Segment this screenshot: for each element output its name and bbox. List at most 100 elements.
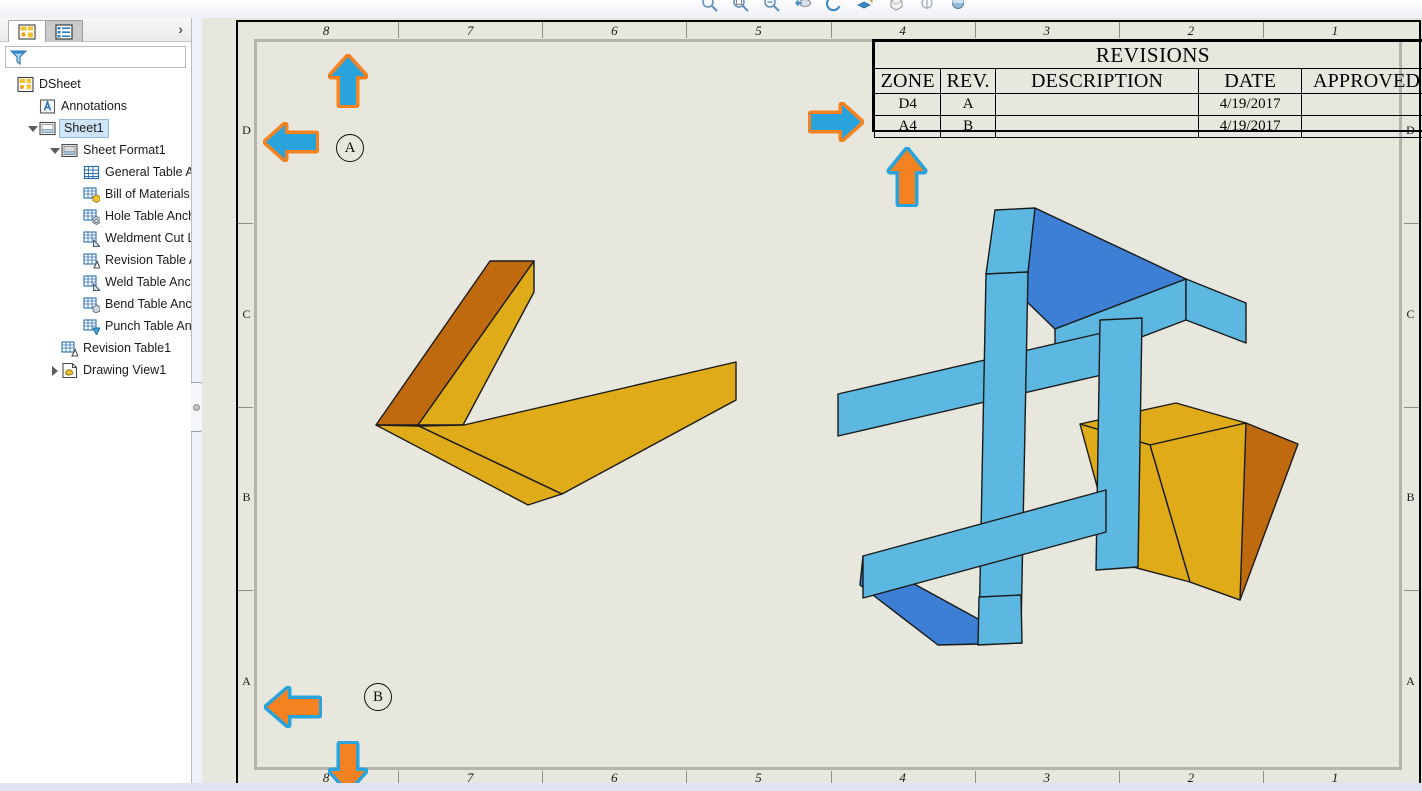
tree-item-general-table-an[interactable]: General Table An (0, 161, 191, 183)
tree-item-bill-of-materials-a[interactable]: Bill of Materials A (0, 183, 191, 205)
tree-filter-box[interactable] (5, 46, 186, 68)
tree-item-sheet-format1[interactable]: Sheet Format1 (0, 139, 191, 161)
arrow-up-rev-table (886, 147, 928, 207)
zone-number-top: 7 (460, 23, 480, 39)
tree-spacer (70, 210, 83, 223)
zoom-to-area-icon[interactable] (731, 0, 751, 14)
tree-item-label: Bend Table Anch (105, 293, 191, 315)
tree-item-revision-table-ar[interactable]: Revision Table Ar (0, 249, 191, 271)
zone-tick-right (1404, 407, 1419, 408)
zone-letter-left: A (240, 674, 253, 689)
zone-tick-left (238, 223, 253, 224)
rotate-view-icon[interactable] (824, 0, 844, 14)
column-header-rev: REV. (941, 69, 995, 94)
zoom-to-fit-icon[interactable] (700, 0, 720, 14)
panel-tab-bar: › (0, 18, 191, 42)
revision-table-icon (61, 340, 78, 357)
arrow-up-top-left (328, 54, 368, 108)
zone-number-top: 1 (1325, 23, 1345, 39)
weldment-cut-list-anchor-icon (83, 230, 100, 247)
cell-rev[interactable]: B (941, 116, 995, 138)
tree-spacer (48, 342, 61, 355)
zoom-in-out-icon[interactable] (762, 0, 782, 14)
sheet-icon (39, 120, 56, 137)
zone-number-top: 4 (893, 23, 913, 39)
zone-tick-right (1404, 223, 1419, 224)
arrow-left-zone-d (263, 122, 319, 162)
cell-date[interactable]: 4/19/2017 (1199, 116, 1302, 138)
tree-item-label: Sheet Format1 (83, 139, 166, 161)
cell-approved[interactable] (1302, 94, 1422, 116)
tree-item-label: DSheet (39, 73, 81, 95)
tree-item-annotations[interactable]: Annotations (0, 95, 191, 117)
tree-item-drawing-view1[interactable]: Drawing View1 (0, 359, 191, 381)
tree-item-hole-table-anch[interactable]: Hole Table Anch (0, 205, 191, 227)
zone-tick-right (1404, 590, 1419, 591)
table-row: A4 B 4/19/2017 (875, 116, 1422, 138)
cell-rev[interactable]: A (941, 94, 995, 116)
view-toolbar[interactable] (0, 0, 1422, 19)
tree-item-weldment-cut-lis[interactable]: Weldment Cut Lis (0, 227, 191, 249)
tree-item-sheet1[interactable]: Sheet1 (0, 117, 191, 139)
display-style-icon[interactable] (886, 0, 906, 14)
section-view-icon[interactable] (917, 0, 937, 14)
tree-spacer (26, 100, 39, 113)
tree-filter-input[interactable] (28, 49, 182, 65)
general-table-anchor-icon (83, 164, 100, 181)
tree-item-label: Drawing View1 (83, 359, 166, 381)
cell-approved[interactable] (1302, 116, 1422, 138)
zone-number-top: 8 (316, 23, 336, 39)
cell-zone[interactable]: A4 (875, 116, 941, 138)
tree-item-label: Annotations (61, 95, 127, 117)
tree-twisty-down-icon[interactable] (48, 144, 61, 157)
cell-date[interactable]: 4/19/2017 (1199, 94, 1302, 116)
feature-tree-icon (55, 24, 73, 40)
tree-item-label: Bill of Materials A (105, 183, 191, 205)
solidworks-window: › DSheetAnnotationsSheet1Sheet Format1Ge… (0, 0, 1422, 791)
punch-table-anchor-icon (83, 318, 100, 335)
hole-table-anchor-icon (83, 208, 100, 225)
zone-letter-left: D (240, 123, 253, 138)
weld-table-anchor-icon (83, 274, 100, 291)
tree-twisty-down-icon[interactable] (26, 122, 39, 135)
tree-item-punch-table-anc[interactable]: Punch Table Anc (0, 315, 191, 337)
column-header-description: DESCRIPTION (995, 69, 1198, 94)
view-orientation-icon[interactable] (855, 0, 875, 14)
drawing-sheet[interactable]: 8877665544332211DDCCBBAA (236, 20, 1421, 789)
tree-item-label: Punch Table Anc (105, 315, 191, 337)
pan-icon[interactable] (793, 0, 813, 14)
tree-twisty-right-icon[interactable] (48, 364, 61, 377)
cell-description[interactable] (995, 94, 1198, 116)
tree-item-bend-table-anch[interactable]: Bend Table Anch (0, 293, 191, 315)
tree-item-label: Revision Table1 (83, 337, 171, 359)
tab-property-manager[interactable] (8, 20, 46, 42)
annotations-folder-icon (39, 98, 56, 115)
zone-letter-left: C (240, 307, 253, 322)
feature-tree[interactable]: DSheetAnnotationsSheet1Sheet Format1Gene… (0, 70, 191, 773)
revision-table-title: REVISIONS (875, 42, 1422, 69)
zone-tick-left (238, 590, 253, 591)
zone-tick-top (975, 22, 976, 38)
tree-item-label: Revision Table Ar (105, 249, 191, 271)
cell-zone[interactable]: D4 (875, 94, 941, 116)
arrow-left-zone-a (264, 686, 322, 728)
graphics-area[interactable]: 8877665544332211DDCCBBAA (202, 18, 1422, 791)
tree-item-dsheet[interactable]: DSheet (0, 73, 191, 95)
apply-scene-icon[interactable] (948, 0, 968, 14)
tree-item-weld-table-anch[interactable]: Weld Table Anch (0, 271, 191, 293)
zone-letter-right: B (1404, 490, 1417, 505)
zone-number-top: 5 (748, 23, 768, 39)
arrow-right-rev-table (808, 102, 864, 142)
revision-table[interactable]: REVISIONS ZONE REV. DESCRIPTION DATE APP… (872, 39, 1422, 132)
cell-description[interactable] (995, 116, 1198, 138)
zone-number-top: 2 (1181, 23, 1201, 39)
revision-balloon-b[interactable]: B (364, 683, 392, 711)
panel-expand-button[interactable]: › (178, 21, 183, 37)
tree-spacer (70, 166, 83, 179)
revision-balloon-a[interactable]: A (336, 134, 364, 162)
feature-manager-panel: › DSheetAnnotationsSheet1Sheet Format1Ge… (0, 18, 192, 791)
column-header-approved: APPROVED (1302, 69, 1422, 94)
tab-feature-tree[interactable] (45, 20, 83, 42)
tree-item-revision-table1[interactable]: Revision Table1 (0, 337, 191, 359)
splitter-grip-dot (193, 404, 200, 411)
